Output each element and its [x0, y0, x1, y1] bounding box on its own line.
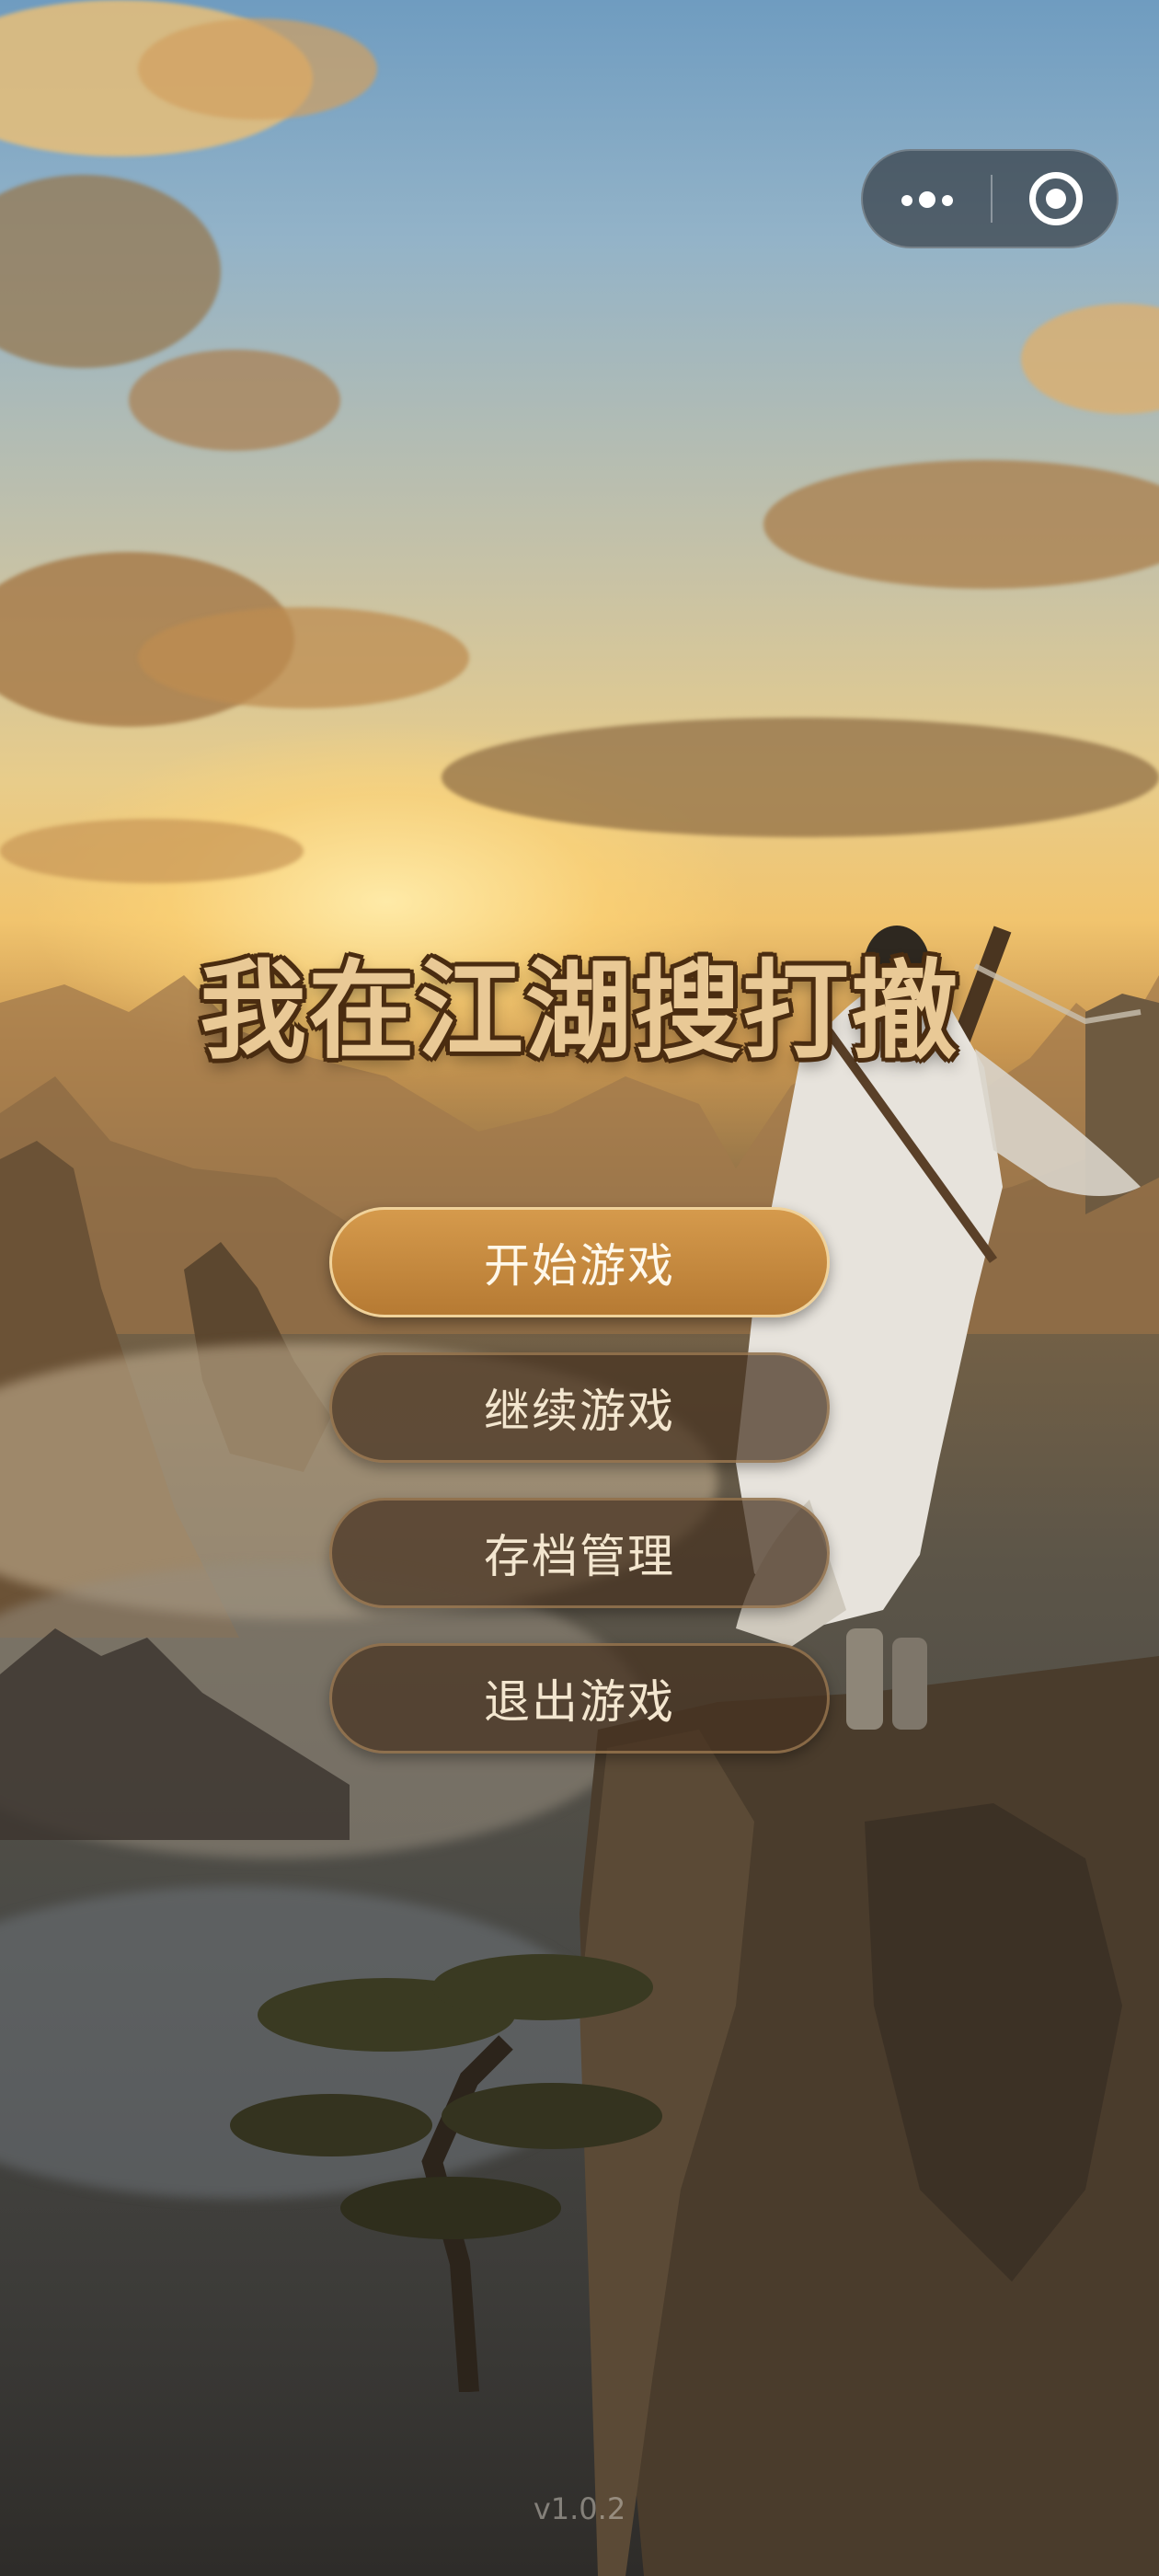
- game-title: 我在江湖搜打撤: [200, 949, 959, 1074]
- cloud: [0, 819, 304, 883]
- cloud: [129, 350, 340, 451]
- exit-game-button[interactable]: 退出游戏: [329, 1643, 830, 1754]
- start-game-button[interactable]: 开始游戏: [329, 1207, 830, 1317]
- pine-tree: [230, 1954, 662, 2392]
- cloud: [138, 607, 469, 708]
- more-menu-button[interactable]: [863, 151, 991, 247]
- continue-game-button[interactable]: 继续游戏: [329, 1352, 830, 1463]
- more-dots-icon: [919, 191, 935, 208]
- more-dots-icon: [901, 195, 912, 206]
- mini-program-capsule: [861, 149, 1119, 248]
- cloud: [442, 718, 1159, 837]
- lower-left-peak: [0, 1628, 350, 1840]
- close-mini-program-button[interactable]: [993, 151, 1119, 247]
- version-label: v1.0.2: [533, 2491, 626, 2526]
- target-circle-icon: [1046, 189, 1066, 209]
- cloud: [138, 18, 377, 120]
- more-dots-icon: [942, 195, 953, 206]
- save-management-button[interactable]: 存档管理: [329, 1498, 830, 1608]
